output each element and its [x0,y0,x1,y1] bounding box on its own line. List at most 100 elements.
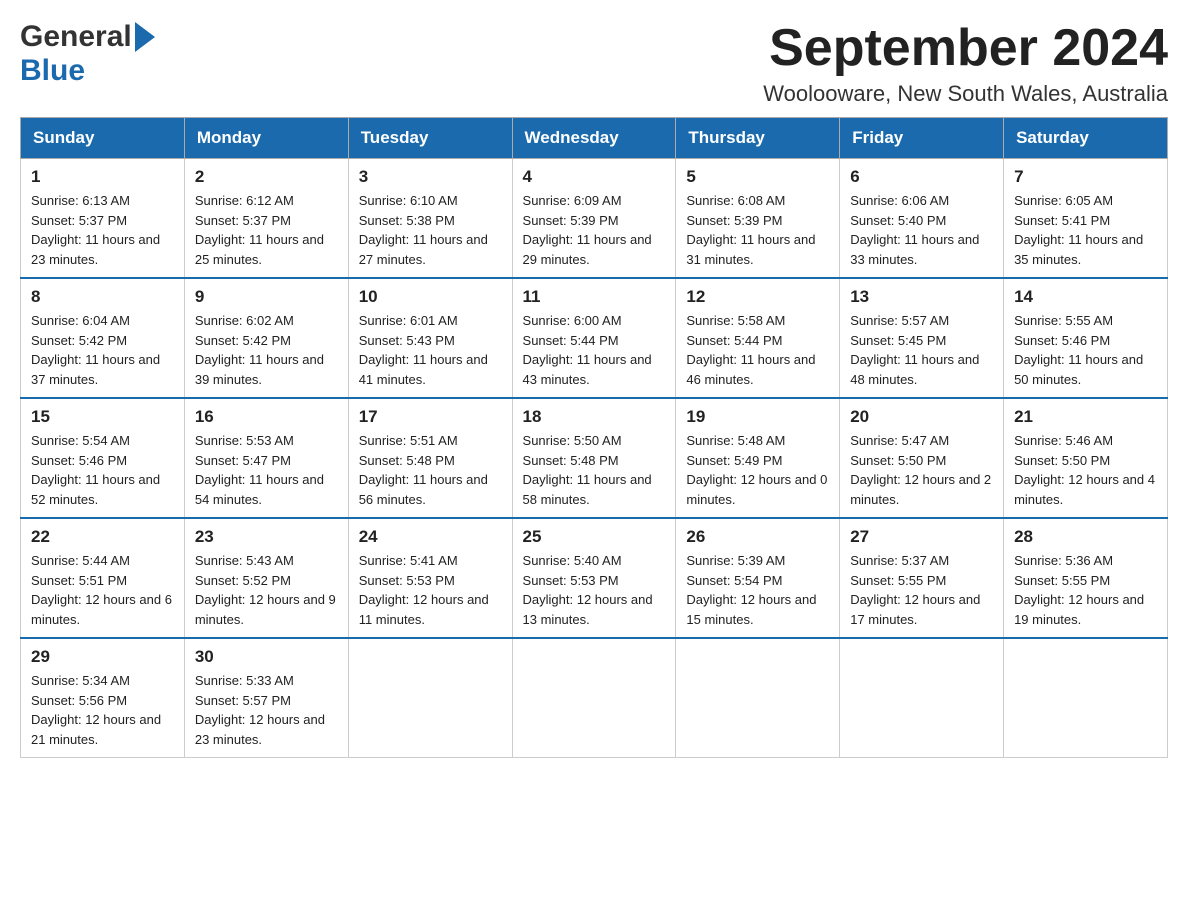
day-number: 8 [31,287,174,307]
month-year-title: September 2024 [763,20,1168,77]
day-number: 26 [686,527,829,547]
day-info: Sunrise: 6:05 AMSunset: 5:41 PMDaylight:… [1014,193,1143,267]
logo-general-text: General [20,20,132,54]
logo-chevron-icon [133,22,155,52]
day-number: 3 [359,167,502,187]
day-info: Sunrise: 5:34 AMSunset: 5:56 PMDaylight:… [31,673,161,747]
table-row: 3 Sunrise: 6:10 AMSunset: 5:38 PMDayligh… [348,159,512,279]
day-info: Sunrise: 5:33 AMSunset: 5:57 PMDaylight:… [195,673,325,747]
table-row: 22 Sunrise: 5:44 AMSunset: 5:51 PMDaylig… [21,518,185,638]
table-row: 28 Sunrise: 5:36 AMSunset: 5:55 PMDaylig… [1004,518,1168,638]
day-info: Sunrise: 5:36 AMSunset: 5:55 PMDaylight:… [1014,553,1144,627]
day-info: Sunrise: 5:47 AMSunset: 5:50 PMDaylight:… [850,433,991,507]
table-row: 10 Sunrise: 6:01 AMSunset: 5:43 PMDaylig… [348,278,512,398]
table-row: 26 Sunrise: 5:39 AMSunset: 5:54 PMDaylig… [676,518,840,638]
day-number: 16 [195,407,338,427]
table-row: 18 Sunrise: 5:50 AMSunset: 5:48 PMDaylig… [512,398,676,518]
table-row [840,638,1004,758]
day-info: Sunrise: 5:50 AMSunset: 5:48 PMDaylight:… [523,433,652,507]
table-row [348,638,512,758]
day-info: Sunrise: 5:40 AMSunset: 5:53 PMDaylight:… [523,553,653,627]
header-tuesday: Tuesday [348,118,512,159]
calendar-week-row: 15 Sunrise: 5:54 AMSunset: 5:46 PMDaylig… [21,398,1168,518]
day-number: 5 [686,167,829,187]
day-info: Sunrise: 6:12 AMSunset: 5:37 PMDaylight:… [195,193,324,267]
table-row: 23 Sunrise: 5:43 AMSunset: 5:52 PMDaylig… [184,518,348,638]
day-number: 9 [195,287,338,307]
day-info: Sunrise: 6:13 AMSunset: 5:37 PMDaylight:… [31,193,160,267]
day-number: 25 [523,527,666,547]
logo: General Blue [20,20,155,88]
table-row: 5 Sunrise: 6:08 AMSunset: 5:39 PMDayligh… [676,159,840,279]
day-number: 1 [31,167,174,187]
calendar-table: Sunday Monday Tuesday Wednesday Thursday… [20,117,1168,758]
table-row: 25 Sunrise: 5:40 AMSunset: 5:53 PMDaylig… [512,518,676,638]
table-row: 4 Sunrise: 6:09 AMSunset: 5:39 PMDayligh… [512,159,676,279]
calendar-week-row: 29 Sunrise: 5:34 AMSunset: 5:56 PMDaylig… [21,638,1168,758]
day-info: Sunrise: 6:01 AMSunset: 5:43 PMDaylight:… [359,313,488,387]
table-row: 12 Sunrise: 5:58 AMSunset: 5:44 PMDaylig… [676,278,840,398]
calendar-week-row: 1 Sunrise: 6:13 AMSunset: 5:37 PMDayligh… [21,159,1168,279]
day-number: 6 [850,167,993,187]
day-info: Sunrise: 5:37 AMSunset: 5:55 PMDaylight:… [850,553,980,627]
table-row: 30 Sunrise: 5:33 AMSunset: 5:57 PMDaylig… [184,638,348,758]
logo-blue-text: Blue [20,54,85,88]
header-wednesday: Wednesday [512,118,676,159]
day-info: Sunrise: 5:43 AMSunset: 5:52 PMDaylight:… [195,553,336,627]
day-number: 29 [31,647,174,667]
day-info: Sunrise: 6:08 AMSunset: 5:39 PMDaylight:… [686,193,815,267]
calendar-week-row: 22 Sunrise: 5:44 AMSunset: 5:51 PMDaylig… [21,518,1168,638]
table-row: 19 Sunrise: 5:48 AMSunset: 5:49 PMDaylig… [676,398,840,518]
day-info: Sunrise: 5:44 AMSunset: 5:51 PMDaylight:… [31,553,172,627]
table-row: 21 Sunrise: 5:46 AMSunset: 5:50 PMDaylig… [1004,398,1168,518]
day-number: 24 [359,527,502,547]
day-info: Sunrise: 6:00 AMSunset: 5:44 PMDaylight:… [523,313,652,387]
table-row: 20 Sunrise: 5:47 AMSunset: 5:50 PMDaylig… [840,398,1004,518]
day-number: 2 [195,167,338,187]
table-row: 14 Sunrise: 5:55 AMSunset: 5:46 PMDaylig… [1004,278,1168,398]
header-sunday: Sunday [21,118,185,159]
day-info: Sunrise: 5:53 AMSunset: 5:47 PMDaylight:… [195,433,324,507]
day-number: 10 [359,287,502,307]
day-number: 17 [359,407,502,427]
table-row: 16 Sunrise: 5:53 AMSunset: 5:47 PMDaylig… [184,398,348,518]
day-number: 19 [686,407,829,427]
table-row: 24 Sunrise: 5:41 AMSunset: 5:53 PMDaylig… [348,518,512,638]
day-info: Sunrise: 6:04 AMSunset: 5:42 PMDaylight:… [31,313,160,387]
table-row: 6 Sunrise: 6:06 AMSunset: 5:40 PMDayligh… [840,159,1004,279]
header-friday: Friday [840,118,1004,159]
day-number: 21 [1014,407,1157,427]
table-row: 15 Sunrise: 5:54 AMSunset: 5:46 PMDaylig… [21,398,185,518]
day-info: Sunrise: 5:57 AMSunset: 5:45 PMDaylight:… [850,313,979,387]
day-number: 12 [686,287,829,307]
day-number: 20 [850,407,993,427]
day-info: Sunrise: 5:54 AMSunset: 5:46 PMDaylight:… [31,433,160,507]
weekday-header-row: Sunday Monday Tuesday Wednesday Thursday… [21,118,1168,159]
day-number: 11 [523,287,666,307]
day-info: Sunrise: 5:55 AMSunset: 5:46 PMDaylight:… [1014,313,1143,387]
day-number: 15 [31,407,174,427]
table-row [676,638,840,758]
day-number: 13 [850,287,993,307]
day-info: Sunrise: 5:51 AMSunset: 5:48 PMDaylight:… [359,433,488,507]
table-row [512,638,676,758]
day-info: Sunrise: 5:46 AMSunset: 5:50 PMDaylight:… [1014,433,1155,507]
day-number: 7 [1014,167,1157,187]
day-number: 23 [195,527,338,547]
title-area: September 2024 Woolooware, New South Wal… [763,20,1168,107]
day-info: Sunrise: 5:58 AMSunset: 5:44 PMDaylight:… [686,313,815,387]
table-row: 7 Sunrise: 6:05 AMSunset: 5:41 PMDayligh… [1004,159,1168,279]
table-row: 1 Sunrise: 6:13 AMSunset: 5:37 PMDayligh… [21,159,185,279]
day-number: 27 [850,527,993,547]
day-number: 4 [523,167,666,187]
day-info: Sunrise: 6:02 AMSunset: 5:42 PMDaylight:… [195,313,324,387]
header-monday: Monday [184,118,348,159]
table-row: 2 Sunrise: 6:12 AMSunset: 5:37 PMDayligh… [184,159,348,279]
table-row: 27 Sunrise: 5:37 AMSunset: 5:55 PMDaylig… [840,518,1004,638]
day-number: 22 [31,527,174,547]
day-number: 28 [1014,527,1157,547]
table-row: 9 Sunrise: 6:02 AMSunset: 5:42 PMDayligh… [184,278,348,398]
day-number: 30 [195,647,338,667]
table-row: 13 Sunrise: 5:57 AMSunset: 5:45 PMDaylig… [840,278,1004,398]
table-row: 17 Sunrise: 5:51 AMSunset: 5:48 PMDaylig… [348,398,512,518]
